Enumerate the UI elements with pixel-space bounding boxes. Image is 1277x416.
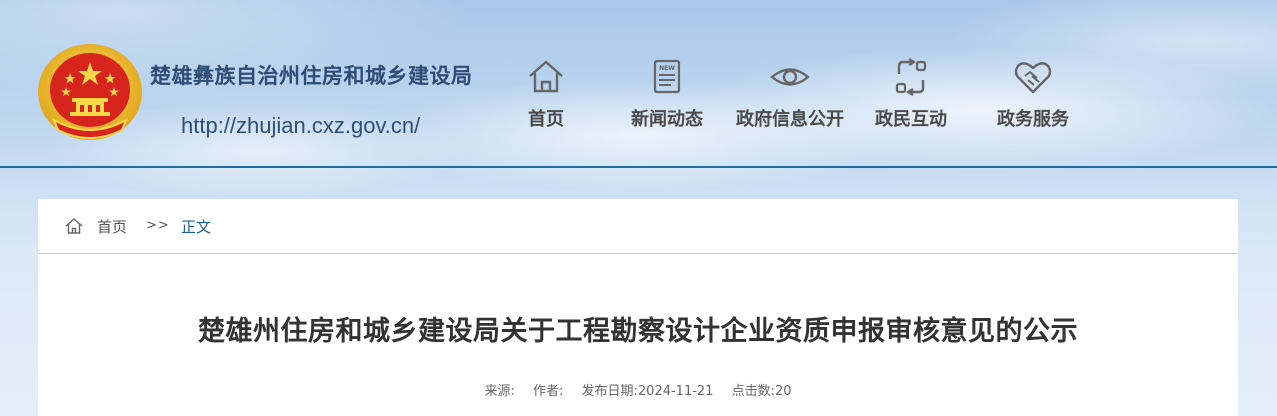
nav-label: 新闻动态 [631, 109, 703, 130]
meta-date-label: 发布日期: [581, 384, 638, 399]
nav-item-services[interactable]: 政务服务 [991, 58, 1075, 138]
home-icon [529, 60, 563, 93]
breadcrumb: 首页 >> 正文 [38, 199, 1238, 254]
meta-source-label: 来源: [484, 384, 515, 399]
nav-item-gov-info[interactable]: 政府信息公开 [728, 58, 852, 138]
meta-author-label: 作者: [532, 384, 564, 399]
site-header: 楚雄彝族自治州住房和城乡建设局 http://zhujian.cxz.gov.c… [0, 0, 1277, 167]
breadcrumb-current[interactable]: 正文 [181, 216, 211, 237]
nav-label: 政务服务 [997, 109, 1069, 130]
meta-date-value: 2024-11-21 [637, 384, 714, 399]
svg-text:NEW: NEW [659, 65, 675, 72]
nav-label: 政府信息公开 [736, 109, 844, 130]
nav-item-news[interactable]: NEW 新闻动态 [625, 58, 709, 138]
nav-label: 首页 [528, 109, 564, 130]
meta-clicks-label: 点击数: [731, 384, 775, 399]
article-meta: 来源: 作者: 发布日期:2024-11-21 点击数:20 [38, 380, 1238, 399]
newspaper-icon: NEW [653, 59, 681, 94]
nav-label: 政民互动 [875, 109, 947, 130]
nav-item-home[interactable]: 首页 [521, 58, 571, 138]
article-card: 首页 >> 正文 楚雄州住房和城乡建设局关于工程勘察设计企业资质申报审核意见的公… [38, 199, 1238, 416]
breadcrumb-separator: >> [146, 218, 170, 233]
main-nav: 首页 NEW 新闻动态 政府信息公开 政民互动 政务服务 [0, 58, 1277, 138]
nav-item-interaction[interactable]: 政民互动 [869, 58, 953, 138]
article-title: 楚雄州住房和城乡建设局关于工程勘察设计企业资质申报审核意见的公示 [198, 316, 1078, 347]
eye-icon [770, 68, 810, 86]
meta-date: 发布日期:2024-11-21 [582, 384, 714, 399]
meta-clicks-value: 20 [775, 384, 792, 399]
breadcrumb-home-link[interactable]: 首页 [97, 216, 127, 237]
exchange-icon [895, 58, 927, 96]
meta-clicks: 点击数:20 [732, 384, 792, 399]
header-divider [0, 166, 1277, 168]
handshake-heart-icon [1014, 62, 1052, 94]
home-icon[interactable] [64, 216, 84, 236]
